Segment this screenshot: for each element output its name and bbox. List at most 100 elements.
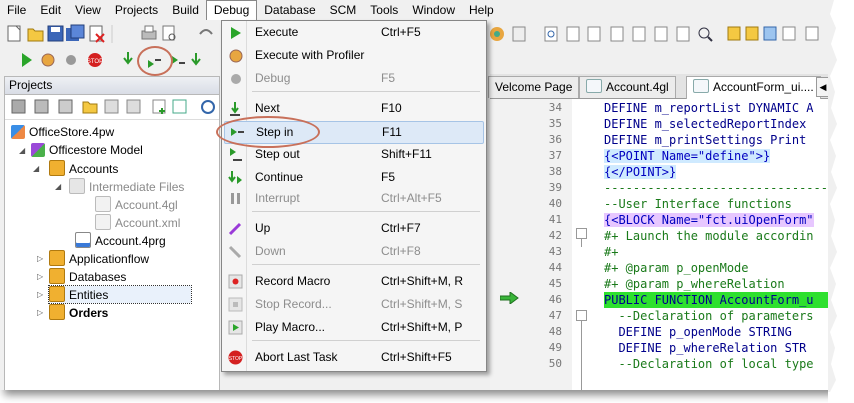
code-line[interactable]: {<POINT Name="define">} — [604, 148, 771, 164]
menu-item-stop-record[interactable]: Stop Record... Ctrl+Shift+M, S — [224, 294, 482, 315]
search-icon[interactable] — [698, 27, 713, 42]
tree-node-entities[interactable]: Entities — [48, 285, 192, 304]
fold-collapse-icon[interactable] — [576, 228, 587, 239]
collapse-arrow-icon[interactable]: ▷ — [37, 254, 43, 263]
menu-database[interactable]: Database — [257, 1, 322, 19]
file-schema-icon[interactable] — [632, 26, 646, 42]
file-4gl-icon[interactable] — [566, 26, 580, 42]
collapse-arrow-icon[interactable]: ▷ — [37, 272, 43, 281]
menu-item-continue[interactable]: Continue F5 — [224, 167, 482, 188]
code-line[interactable]: DEFINE m_reportList DYNAMIC A — [604, 100, 814, 116]
copy-icon[interactable] — [727, 26, 741, 41]
database-icon[interactable] — [490, 27, 504, 41]
menu-item-debug[interactable]: Debug F5 — [224, 68, 482, 89]
collapse-arrow-icon[interactable]: ▷ — [37, 290, 43, 299]
file-per-icon[interactable] — [610, 26, 624, 42]
menu-file[interactable]: File — [0, 1, 33, 19]
menu-item-abort-last-task[interactable]: STOP Abort Last Task Ctrl+Shift+F5 — [224, 347, 482, 368]
build-icon[interactable] — [11, 99, 26, 114]
undo-icon[interactable] — [199, 29, 213, 35]
code-line[interactable]: #+ @param p_whereRelation — [604, 276, 785, 292]
code-line[interactable]: #+ Launch the module accordin — [604, 228, 814, 244]
print-preview-icon[interactable] — [162, 25, 176, 41]
file-xcf-icon[interactable] — [654, 26, 668, 42]
format-icon[interactable] — [782, 26, 796, 41]
tree-node-officestore-model[interactable]: Officestore Model — [31, 142, 143, 159]
new-folder-icon[interactable] — [82, 101, 98, 114]
new-app-icon[interactable] — [104, 99, 119, 114]
stop-debug-icon[interactable]: STOP — [87, 53, 103, 67]
code-line[interactable]: DEFINE p_whereRelation STR — [604, 340, 806, 356]
tab-welcome-page[interactable]: Velcome Page — [488, 76, 580, 98]
paste-icon[interactable] — [745, 26, 759, 41]
file-4fd-icon[interactable] — [587, 26, 601, 42]
expand-arrow-icon[interactable]: ◢ — [33, 164, 39, 173]
tree-node-account-xml[interactable]: Account.xml — [95, 214, 180, 231]
menu-view[interactable]: View — [68, 1, 108, 19]
tab-accountform-ui[interactable]: AccountForm_ui.... — [686, 76, 821, 99]
menu-tools[interactable]: Tools — [363, 1, 405, 19]
rebuild-icon[interactable] — [34, 99, 49, 114]
link-icon[interactable] — [58, 99, 73, 114]
tree-node-account-4gl[interactable]: Account.4gl — [95, 196, 178, 213]
menu-item-execute-with-profiler[interactable]: Execute with Profiler — [224, 45, 482, 66]
code-line[interactable]: PUBLIC FUNCTION AccountForm_u — [604, 292, 836, 308]
new-file-icon[interactable] — [7, 25, 21, 42]
tree-node-databases[interactable]: Databases — [49, 268, 126, 285]
tab-account-4gl[interactable]: Account.4gl — [579, 76, 676, 98]
grid-icon[interactable] — [172, 99, 187, 114]
step-over-icon[interactable] — [123, 52, 133, 65]
tree-node-intermediate-files[interactable]: Intermediate Files — [69, 178, 184, 195]
code-line[interactable]: DEFINE m_printSettings Print — [604, 132, 806, 148]
code-line[interactable]: --Declaration of local type — [604, 356, 813, 372]
code-line[interactable]: DEFINE p_openMode STRING — [604, 324, 791, 340]
code-line[interactable]: #+ — [604, 244, 618, 260]
step-out-icon[interactable] — [172, 56, 185, 64]
tree-node-accounts[interactable]: Accounts — [49, 160, 118, 177]
expand-arrow-icon[interactable]: ◢ — [55, 182, 61, 191]
print-icon[interactable] — [141, 25, 157, 40]
profiler-icon[interactable] — [41, 53, 55, 67]
tree-node-orders[interactable]: Orders — [49, 304, 108, 321]
expand-arrow-icon[interactable]: ◢ — [19, 146, 25, 155]
code-line[interactable]: #+ @param p_openMode — [604, 260, 749, 276]
menu-item-down[interactable]: Down Ctrl+F8 — [224, 241, 482, 262]
menu-item-interrupt[interactable]: Interrupt Ctrl+Alt+F5 — [224, 188, 482, 209]
open-folder-icon[interactable] — [27, 28, 44, 42]
compare-icon[interactable] — [763, 26, 777, 41]
execute-icon[interactable] — [22, 53, 32, 67]
menu-edit[interactable]: Edit — [33, 1, 68, 19]
save-all-icon[interactable] — [66, 24, 85, 41]
menu-help[interactable]: Help — [462, 1, 501, 19]
tree-node-applicationflow[interactable]: Applicationflow — [49, 250, 149, 267]
fold-collapse-icon[interactable] — [576, 310, 587, 321]
sync-icon[interactable] — [201, 100, 215, 114]
code-line[interactable]: --User Interface functions — [604, 196, 792, 212]
code-line[interactable]: --------------------------------- — [604, 180, 836, 196]
new-lib-icon[interactable] — [126, 99, 141, 114]
refresh-icon[interactable] — [544, 26, 558, 42]
tree-node-account-4prg[interactable]: Account.4prg — [75, 232, 166, 249]
menu-item-up[interactable]: Up Ctrl+F7 — [224, 218, 482, 239]
add-file-icon[interactable] — [152, 99, 166, 114]
close-file-icon[interactable] — [89, 25, 105, 43]
collapse-arrow-icon[interactable]: ▷ — [37, 308, 43, 317]
menu-build[interactable]: Build — [165, 1, 206, 19]
forms-icon[interactable] — [512, 26, 526, 42]
menu-item-execute[interactable]: Execute Ctrl+F5 — [224, 22, 482, 43]
code-line[interactable]: {</POINT>} — [604, 164, 677, 180]
save-icon[interactable] — [47, 25, 64, 42]
code-line[interactable]: --Declaration of parameters — [604, 308, 813, 324]
menu-scm[interactable]: SCM — [323, 1, 364, 19]
menu-item-record-macro[interactable]: Record Macro Ctrl+Shift+M, R — [224, 271, 482, 292]
menu-window[interactable]: Window — [405, 1, 462, 19]
menu-projects[interactable]: Projects — [108, 1, 165, 19]
code-line[interactable]: DEFINE m_selectedReportIndex — [604, 116, 806, 132]
bug-icon[interactable] — [66, 55, 76, 65]
menu-debug[interactable]: Debug — [205, 0, 258, 20]
document-icon[interactable] — [805, 26, 819, 41]
tree-node-officestore-4pw[interactable]: OfficeStore.4pw — [11, 124, 114, 141]
code-line[interactable]: {<BLOCK Name="fct.uiOpenForm" — [604, 212, 814, 228]
menu-item-play-macro[interactable]: Play Macro... Ctrl+Shift+M, P — [224, 317, 482, 338]
continue-icon[interactable] — [191, 53, 201, 66]
